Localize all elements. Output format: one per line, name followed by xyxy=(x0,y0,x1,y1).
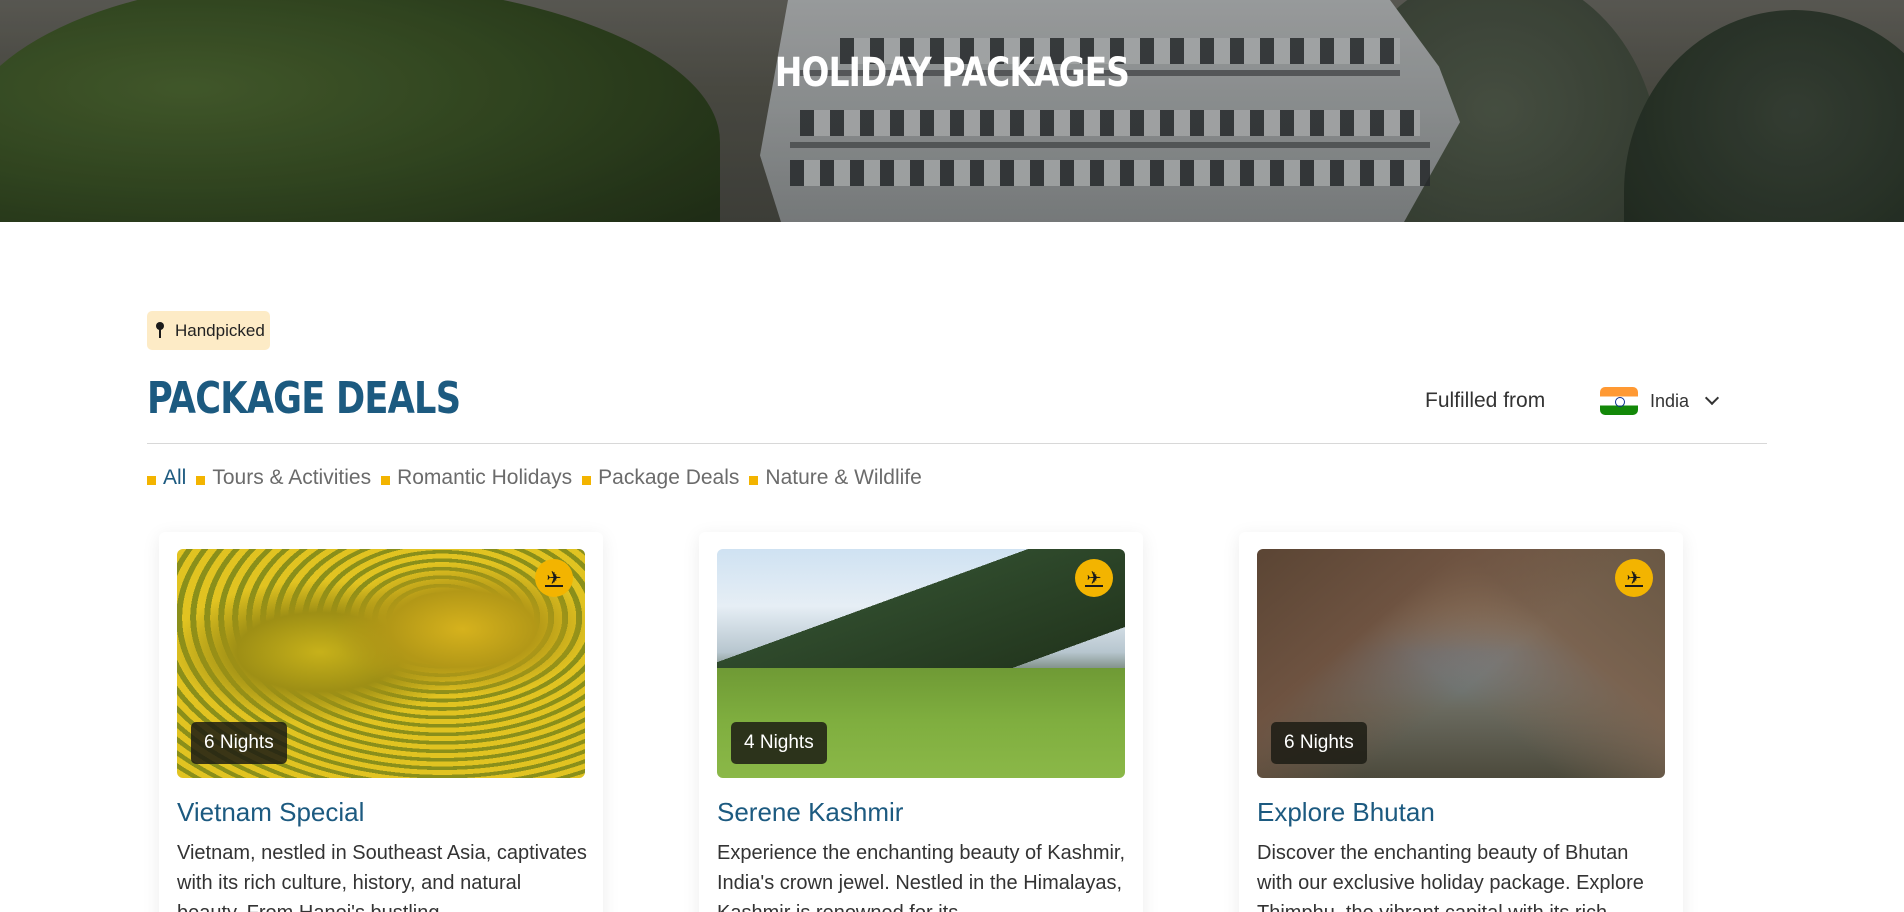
package-card-kashmir[interactable]: ✈ 4 Nights Serene Kashmir Experience the… xyxy=(699,532,1143,912)
filter-label: Package Deals xyxy=(598,466,740,489)
pin-icon xyxy=(155,321,165,340)
filter-all[interactable]: All xyxy=(147,466,186,490)
section-title: PACKAGE DEALS xyxy=(147,373,461,424)
badge-label: Handpicked xyxy=(175,320,265,340)
country-value: India xyxy=(1650,390,1690,411)
package-image[interactable]: ✈ 4 Nights xyxy=(717,549,1125,778)
category-filters: All Tours & Activities Romantic Holidays… xyxy=(147,466,922,490)
divider xyxy=(147,443,1767,444)
package-description: Vietnam, nestled in Southeast Asia, capt… xyxy=(177,842,587,912)
package-image[interactable]: ✈ 6 Nights xyxy=(177,549,585,778)
flight-icon: ✈ xyxy=(1075,559,1113,597)
filter-label: Nature & Wildlife xyxy=(765,466,922,489)
filter-bullet-icon xyxy=(582,475,592,485)
filter-label: Tours & Activities xyxy=(212,466,372,489)
package-description: Discover the enchanting beauty of Bhutan… xyxy=(1257,842,1644,912)
filter-bullet-icon xyxy=(381,475,391,485)
nights-badge: 4 Nights xyxy=(731,722,827,764)
hero-banner: HOLIDAY PACKAGES xyxy=(0,0,1904,222)
country-selector[interactable]: India xyxy=(1600,385,1720,417)
handpicked-badge: Handpicked xyxy=(147,311,270,350)
filter-tours-activities[interactable]: Tours & Activities xyxy=(196,466,371,490)
fulfilled-from-label: Fulfilled from xyxy=(1425,389,1546,412)
package-card-bhutan[interactable]: ✈ 6 Nights Explore Bhutan Discover the e… xyxy=(1239,532,1683,912)
package-card-vietnam[interactable]: ✈ 6 Nights Vietnam Special Vietnam, nest… xyxy=(159,532,603,912)
hero-overlay xyxy=(0,0,1904,222)
chevron-down-icon xyxy=(1704,390,1720,406)
filter-romantic-holidays[interactable]: Romantic Holidays xyxy=(381,466,572,490)
filter-package-deals[interactable]: Package Deals xyxy=(582,466,739,490)
package-title[interactable]: Vietnam Special xyxy=(177,797,364,828)
filter-label: All xyxy=(163,466,187,489)
package-title[interactable]: Explore Bhutan xyxy=(1257,797,1435,828)
package-title[interactable]: Serene Kashmir xyxy=(717,797,903,828)
flight-icon: ✈ xyxy=(535,559,573,597)
india-flag-icon xyxy=(1600,387,1638,415)
filter-nature-wildlife[interactable]: Nature & Wildlife xyxy=(749,466,922,490)
filter-label: Romantic Holidays xyxy=(397,466,573,489)
filter-bullet-icon xyxy=(749,475,759,485)
filter-bullet-icon xyxy=(147,475,156,485)
nights-badge: 6 Nights xyxy=(191,722,287,764)
page-title: HOLIDAY PACKAGES xyxy=(774,50,1130,96)
filter-bullet-icon xyxy=(196,475,206,485)
package-description: Experience the enchanting beauty of Kash… xyxy=(717,842,1126,912)
nights-badge: 6 Nights xyxy=(1271,722,1367,764)
package-image[interactable]: ✈ 6 Nights xyxy=(1257,549,1665,778)
flight-icon: ✈ xyxy=(1615,559,1653,597)
